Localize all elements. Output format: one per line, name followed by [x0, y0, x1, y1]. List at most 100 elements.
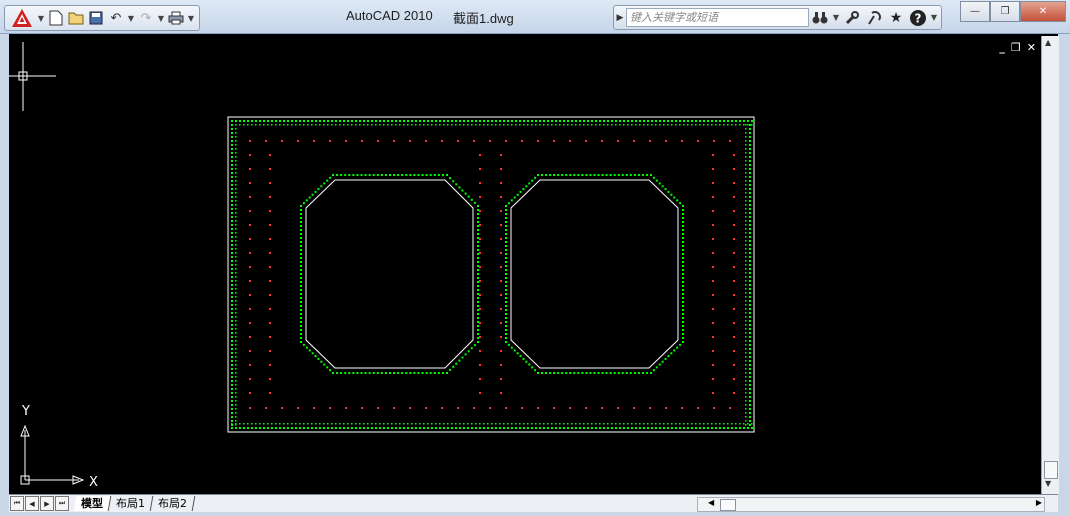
- stirrup-dot: [731, 120, 733, 122]
- stirrup-dot: [715, 120, 717, 122]
- redo-icon[interactable]: ↷: [136, 8, 156, 28]
- save-icon[interactable]: [86, 8, 106, 28]
- favorites-icon[interactable]: ★: [885, 8, 907, 28]
- stirrup-dot: [749, 140, 751, 142]
- window-restore-button[interactable]: ❐: [990, 1, 1020, 22]
- void-stirrup-dot: [682, 293, 684, 295]
- stirrup-dot: [749, 196, 751, 198]
- tab-last-icon[interactable]: ⏭: [55, 496, 69, 511]
- stirrup-dot: [235, 220, 237, 222]
- tab-first-icon[interactable]: ⏮: [10, 496, 24, 511]
- horizontal-scrollbar[interactable]: ◀ ▶: [697, 497, 1045, 512]
- drawing-area[interactable]: Y X _ ❐ ✕: [9, 34, 1058, 494]
- undo-icon[interactable]: ↶: [106, 8, 126, 28]
- stirrup-dot: [467, 427, 469, 429]
- stirrup-dot: [679, 423, 681, 425]
- window-close-button[interactable]: ✕: [1020, 1, 1066, 22]
- stirrup-dot: [323, 120, 325, 122]
- subscription-center-icon[interactable]: [841, 8, 863, 28]
- tab-layout1[interactable]: 布局1: [108, 496, 154, 511]
- stirrup-dot: [745, 236, 747, 238]
- tab-next-icon[interactable]: ▶: [40, 496, 54, 511]
- stirrup-dot: [231, 340, 233, 342]
- app-menu-dropdown-icon[interactable]: ▼: [36, 8, 46, 28]
- drawing-minimize-button[interactable]: _: [999, 41, 1005, 54]
- stirrup-dot: [407, 120, 409, 122]
- open-file-icon[interactable]: [66, 8, 86, 28]
- stirrup-dot: [523, 124, 525, 126]
- stirrup-dot: [231, 328, 233, 330]
- scroll-down-icon[interactable]: ▼: [1045, 479, 1051, 488]
- help-dropdown-icon[interactable]: ▼: [929, 8, 939, 28]
- rebar-dot: [457, 407, 459, 409]
- stirrup-dot: [571, 120, 573, 122]
- stirrup-dot: [499, 423, 501, 425]
- infocenter-expand-icon[interactable]: ▶: [614, 13, 626, 23]
- stirrup-dot: [751, 427, 753, 429]
- stirrup-dot: [587, 423, 589, 425]
- stirrup-dot: [743, 423, 745, 425]
- stirrup-dot: [375, 124, 377, 126]
- drawing-canvas[interactable]: Y X: [9, 34, 1041, 494]
- stirrup-dot: [745, 300, 747, 302]
- void-stirrup-dot: [505, 237, 507, 239]
- stirrup-dot: [711, 120, 713, 122]
- stirrup-dot: [255, 423, 257, 425]
- stirrup-dot: [231, 300, 233, 302]
- stirrup-dot: [235, 396, 237, 398]
- window-minimize-button[interactable]: —: [960, 1, 990, 22]
- redo-dropdown-icon[interactable]: ▼: [156, 8, 166, 28]
- communication-center-icon[interactable]: [863, 8, 885, 28]
- stirrup-dot: [745, 132, 747, 134]
- search-input[interactable]: [626, 8, 809, 27]
- void-stirrup-dot: [340, 372, 343, 374]
- stirrup-dot: [235, 252, 237, 254]
- print-icon[interactable]: [166, 8, 186, 28]
- stirrup-dot: [747, 423, 749, 425]
- drawing-restore-button[interactable]: ❐: [1011, 41, 1021, 54]
- stirrup-dot: [351, 427, 353, 429]
- new-file-icon[interactable]: [46, 8, 66, 28]
- stirrup-dot: [399, 124, 401, 126]
- vertical-scrollbar[interactable]: ▲ ▼: [1041, 36, 1059, 494]
- stirrup-dot: [749, 260, 751, 262]
- stirrup-dot: [523, 427, 525, 429]
- help-icon[interactable]: ?: [907, 8, 929, 28]
- rebar-dot: [269, 350, 271, 352]
- scroll-up-icon[interactable]: ▲: [1045, 38, 1051, 47]
- vertical-scroll-thumb[interactable]: [1044, 461, 1058, 479]
- search-dropdown-icon[interactable]: ▼: [831, 8, 841, 28]
- stirrup-dot: [519, 423, 521, 425]
- stirrup-dot: [691, 427, 693, 429]
- void-stirrup-dot: [397, 372, 400, 374]
- rebar-dot: [500, 266, 502, 268]
- rebar-dot: [712, 182, 714, 184]
- drawing-close-button[interactable]: ✕: [1027, 41, 1036, 54]
- void-stirrup-dot: [300, 289, 302, 291]
- tab-model[interactable]: 模型: [73, 496, 112, 511]
- toolbar-customize-icon[interactable]: ▼: [186, 8, 196, 28]
- stirrup-dot: [535, 120, 537, 122]
- stirrup-dot: [745, 164, 747, 166]
- void-stirrup-dot: [317, 188, 320, 191]
- stirrup-dot: [235, 408, 237, 410]
- search-binoculars-icon[interactable]: [809, 8, 831, 28]
- tab-prev-icon[interactable]: ◀: [25, 496, 39, 511]
- application-menu-button[interactable]: [8, 7, 36, 29]
- stirrup-dot: [235, 120, 237, 122]
- stirrup-dot: [439, 427, 441, 429]
- undo-dropdown-icon[interactable]: ▼: [126, 8, 136, 28]
- stirrup-dot: [749, 224, 751, 226]
- stirrup-dot: [731, 124, 733, 126]
- stirrup-dot: [745, 160, 747, 162]
- void-stirrup-dot: [300, 265, 302, 267]
- void-stirrup-dot: [329, 176, 332, 179]
- scroll-right-icon[interactable]: ▶: [1036, 498, 1042, 507]
- void-stirrup-dot: [477, 297, 479, 299]
- tab-layout2[interactable]: 布局2: [150, 496, 196, 511]
- scroll-left-icon[interactable]: ◀: [708, 498, 714, 507]
- void-stirrup-dot: [553, 372, 556, 374]
- horizontal-scroll-thumb[interactable]: [720, 499, 736, 511]
- void-stirrup-dot: [305, 199, 308, 202]
- quick-access-toolbar: ▼ ↶ ▼ ↷ ▼ ▼: [4, 5, 200, 31]
